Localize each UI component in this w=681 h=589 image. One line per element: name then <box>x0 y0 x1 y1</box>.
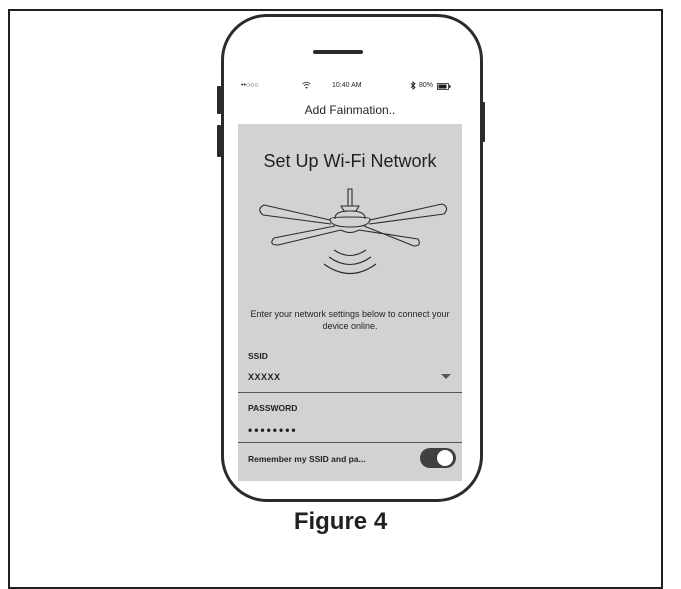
phone-screen: ••○○○ 10:40 AM 80% Add Fainmation.. Set … <box>238 78 462 481</box>
wifi-icon <box>302 81 311 91</box>
bluetooth-icon <box>410 81 416 92</box>
remember-label: Remember my SSID and pa... <box>248 454 366 464</box>
clock: 10:40 AM <box>332 82 362 89</box>
instructions-text: Enter your network settings below to con… <box>250 309 450 331</box>
ssid-select[interactable]: XXXXX <box>248 372 281 382</box>
volume-button <box>217 125 221 157</box>
chevron-down-icon[interactable] <box>441 374 451 379</box>
ssid-label: SSID <box>248 351 268 361</box>
password-label: PASSWORD <box>248 403 298 413</box>
earpiece-speaker <box>313 50 363 54</box>
ssid-divider <box>238 392 462 393</box>
ceiling-fan-icon <box>238 188 462 288</box>
signal-strength: ••○○○ <box>241 82 259 89</box>
mute-switch <box>217 86 221 114</box>
battery-icon <box>437 83 451 92</box>
power-button <box>481 102 485 142</box>
page-title: Set Up Wi-Fi Network <box>263 151 437 171</box>
password-field[interactable]: •••••••• <box>248 423 298 437</box>
nav-title: Add Fainmation.. <box>304 103 396 117</box>
figure-caption: Figure 4 <box>293 508 388 535</box>
battery-percent: 80% <box>419 82 434 89</box>
remember-toggle[interactable] <box>420 448 456 468</box>
status-bar: ••○○○ 10:40 AM 80% Add Fainmation.. <box>238 78 462 124</box>
password-divider <box>238 442 462 443</box>
toggle-knob <box>437 450 453 466</box>
